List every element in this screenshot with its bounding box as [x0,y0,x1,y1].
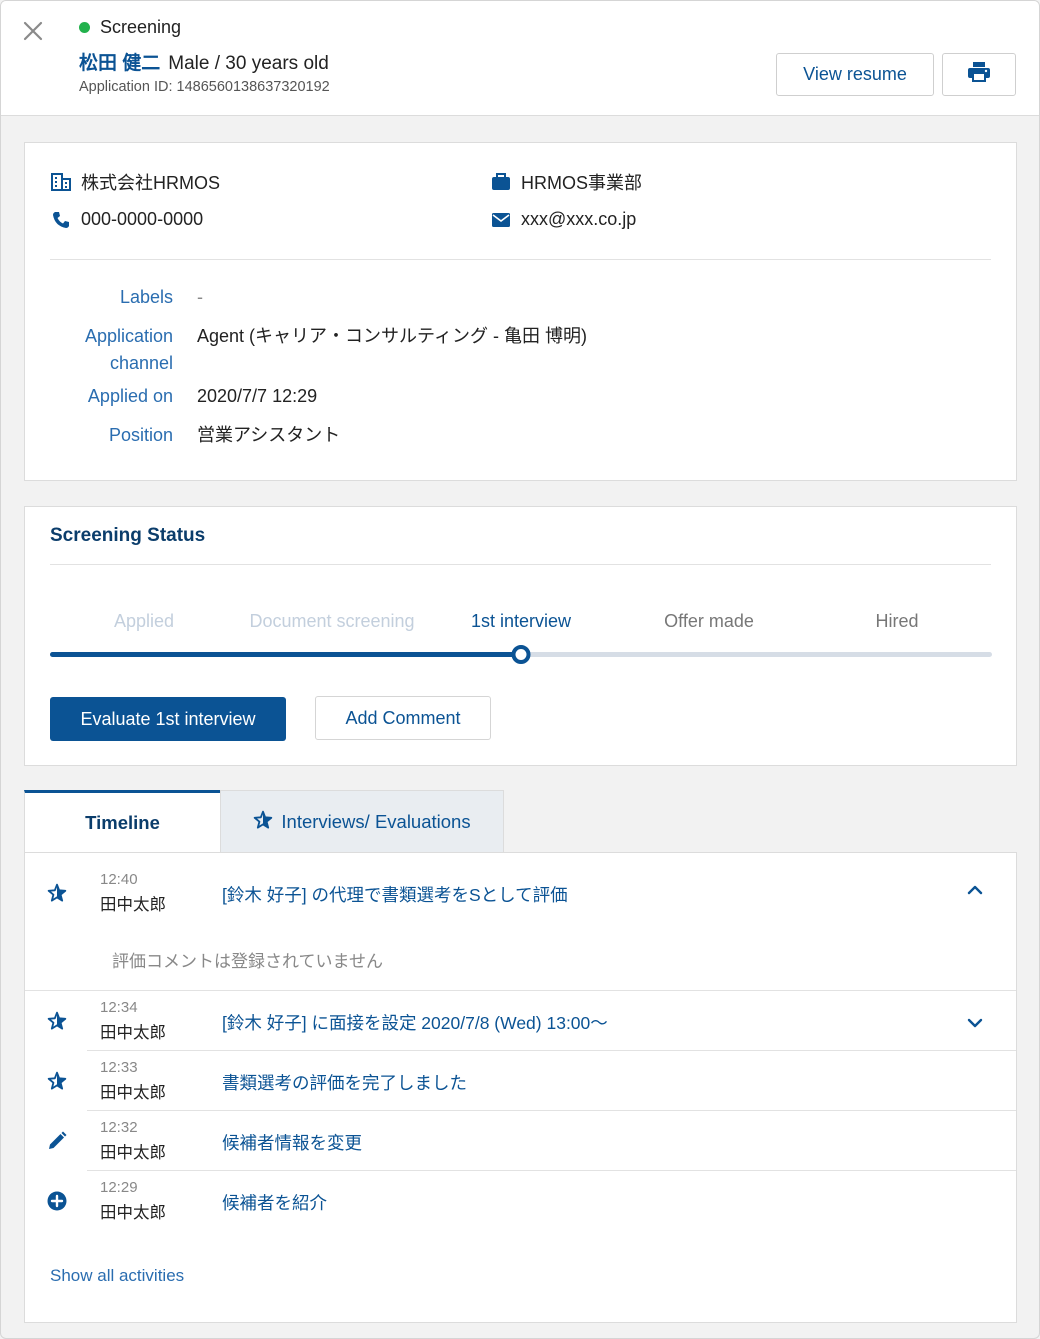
candidate-info-card: 株式会社HRMOS HRMOS事業部 000-0000-0000 xxx@xxx… [24,142,1017,481]
candidate-status: Screening [79,17,181,38]
progress-fill [50,652,521,657]
applied-on-value: 2020/7/7 12:29 [197,386,318,406]
timeline-text[interactable]: 候補者情報を変更 [222,1130,362,1155]
timeline-item: 12:34 田中太郎 [鈴木 好子] に面接を設定 2020/7/8 (Wed)… [25,990,1016,1050]
info-divider [50,259,991,260]
timeline-time: 12:32 [100,1119,138,1136]
printer-icon [967,61,991,88]
timeline-user: 田中太郎 [100,1024,166,1042]
timeline-item: 12:33 田中太郎 書類選考の評価を完了しました [25,1050,1016,1110]
tab-timeline[interactable]: Timeline [24,790,220,853]
department-name: HRMOS事業部 [521,173,642,193]
timeline-item: 12:29 田中太郎 候補者を紹介 [25,1170,1016,1230]
phone-icon [50,210,72,230]
channel-label-line1: Application [84,326,173,346]
position-label: Position [108,425,173,445]
timeline-text[interactable]: 候補者を紹介 [222,1190,327,1215]
email-row: xxx@xxx.co.jp [490,209,636,230]
envelope-icon [490,210,512,230]
candidate-detail-panel: Screening 松田 健二 Male / 30 years old Appli… [0,0,1040,1339]
candidate-name[interactable]: 松田 健二 [79,53,160,74]
company-row: 株式会社HRMOS [50,169,220,195]
timeline-time: 12:40 [100,871,138,888]
position-value: 営業アシスタント [197,425,341,445]
timeline-card: 12:40 田中太郎 [鈴木 好子] の代理で書類選考をSとして評価 評価コメン… [24,852,1017,1323]
star-icon [253,810,273,835]
timeline-text[interactable]: 書類選考の評価を完了しました [222,1070,467,1095]
chevron-down-icon[interactable] [965,1013,985,1033]
timeline-item: 12:40 田中太郎 [鈴木 好子] の代理で書類選考をSとして評価 評価コメン… [25,853,1016,990]
labels-label: Labels [119,287,173,307]
show-all-activities-link[interactable]: Show all activities [50,1266,184,1286]
screening-status-card: Screening Status Applied Document screen… [24,506,1017,766]
labels-value: - [197,287,203,307]
evaluate-interview-button[interactable]: Evaluate 1st interview [50,697,286,741]
channel-label-line2: channel [109,353,173,373]
channel-value: Agent (キャリア・コンサルティング - 亀田 博明) [197,326,587,346]
building-icon [50,172,72,192]
step-document-screening: Document screening [249,611,415,631]
candidate-name-line: 松田 健二 Male / 30 years old [79,48,329,75]
phone-row: 000-0000-0000 [50,209,203,230]
star-icon [46,1010,68,1032]
view-resume-button[interactable]: View resume [776,53,934,96]
timeline-comment: 評価コメントは登録されていません [112,952,383,971]
timeline-user: 田中太郎 [100,1084,166,1102]
progress-knob [511,645,531,664]
star-icon [46,882,68,904]
company-name: 株式会社HRMOS [81,173,220,193]
status-dot-icon [79,22,90,33]
pencil-icon [46,1130,68,1152]
timeline-text[interactable]: [鈴木 好子] に面接を設定 2020/7/8 (Wed) 13:00～ [222,1010,608,1035]
candidate-header: Screening 松田 健二 Male / 30 years old Appli… [1,1,1039,116]
step-1st-interview: 1st interview [470,611,572,631]
plus-circle-icon [46,1190,68,1212]
step-offer-made: Offer made [664,611,754,631]
timeline-user: 田中太郎 [100,896,166,914]
timeline-time: 12:34 [100,999,138,1016]
application-id: Application ID: 1486560138637320192 [79,79,330,95]
chevron-up-icon[interactable] [965,880,985,900]
tab-interviews-evaluations[interactable]: Interviews/ Evaluations [220,790,504,853]
tab-interviews-label: Interviews/ Evaluations [281,811,471,832]
add-comment-button[interactable]: Add Comment [315,696,491,740]
timeline-user: 田中太郎 [100,1204,166,1222]
phone-number: 000-0000-0000 [81,209,204,229]
step-hired: Hired [875,611,919,631]
star-icon [46,1070,68,1092]
step-applied: Applied [113,611,175,631]
screening-status-title: Screening Status [50,525,206,546]
candidate-meta: Male / 30 years old [168,53,329,74]
timeline-time: 12:33 [100,1059,138,1076]
applied-on-label: Applied on [87,386,173,406]
print-button[interactable] [942,53,1016,96]
timeline-text[interactable]: [鈴木 好子] の代理で書類選考をSとして評価 [222,882,568,907]
email-address: xxx@xxx.co.jp [521,209,637,229]
timeline-user: 田中太郎 [100,1144,166,1162]
timeline-time: 12:29 [100,1179,138,1196]
status-divider [50,564,991,565]
briefcase-icon [490,172,512,192]
close-icon[interactable] [21,19,45,43]
timeline-item: 12:32 田中太郎 候補者情報を変更 [25,1110,1016,1170]
status-text: Screening [100,17,182,37]
department-row: HRMOS事業部 [490,169,642,195]
